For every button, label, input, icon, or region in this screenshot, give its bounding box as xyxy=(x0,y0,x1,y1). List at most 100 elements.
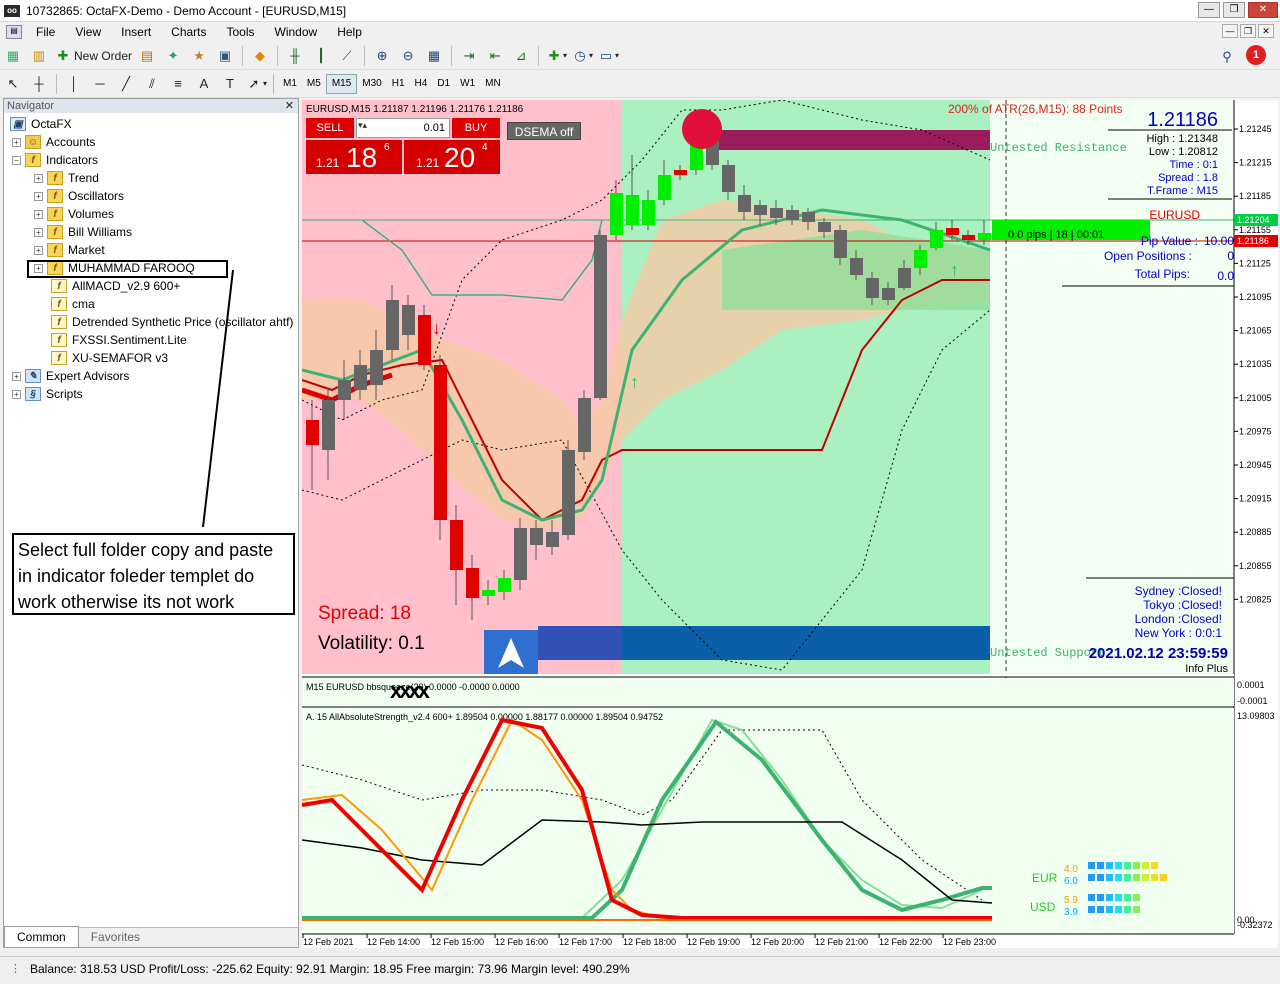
price-axis-tick: 1.21005 xyxy=(1239,393,1272,403)
buy-price-display[interactable]: 1.21 20 4 xyxy=(404,140,500,174)
navigator-button[interactable]: ★ xyxy=(188,45,210,67)
candle xyxy=(434,365,447,520)
cursor-icon[interactable]: ↖ xyxy=(2,73,24,95)
tab-favorites[interactable]: Favorites xyxy=(79,927,152,947)
menu-window[interactable]: Window xyxy=(265,25,328,39)
auto-scroll-button[interactable]: ⇥ xyxy=(458,45,480,67)
terminal-button[interactable]: ▣ xyxy=(214,45,236,67)
mdi-minimize-button[interactable]: — xyxy=(1222,24,1238,38)
menu-tools[interactable]: Tools xyxy=(217,25,265,39)
buy-button[interactable]: BUY xyxy=(452,118,500,138)
maximize-button[interactable]: ❐ xyxy=(1223,2,1245,18)
vertical-line-icon[interactable]: │ xyxy=(63,73,85,95)
search-icon[interactable]: ⚲ xyxy=(1216,46,1238,68)
strength-meter-segment xyxy=(1142,874,1149,881)
notification-badge[interactable]: 1 xyxy=(1246,45,1266,65)
price-axis-tick: 1.21155 xyxy=(1239,225,1271,235)
candle-chart-button[interactable]: ┃ xyxy=(310,45,332,67)
indicators-button[interactable]: ✚ ▾ xyxy=(545,45,567,67)
tree-item-detrended[interactable]: f Detrended Synthetic Price (oscillator a… xyxy=(51,313,293,331)
templates-button[interactable]: ▭ ▾ xyxy=(597,45,619,67)
zoom-in-button[interactable]: ⊕ xyxy=(371,45,393,67)
tree-item-indicators[interactable]: − f Indicators xyxy=(12,151,98,169)
lot-size-input[interactable]: 0.01 xyxy=(356,118,450,138)
symbol-label: EURUSD xyxy=(1149,208,1200,222)
buy-arrow-icon-2: ↑ xyxy=(950,260,959,280)
tile-windows-button[interactable]: ▦ xyxy=(423,45,445,67)
chart-window[interactable]: EURUSD,M15 1.21187 1.21196 1.21176 1.211… xyxy=(302,100,1278,948)
mdi-close-button[interactable]: ✕ xyxy=(1258,24,1274,38)
profiles-button[interactable]: ▥ xyxy=(28,45,50,67)
tf-w1[interactable]: W1 xyxy=(455,74,480,94)
market-watch-button[interactable]: ▤ xyxy=(136,45,158,67)
tab-common[interactable]: Common xyxy=(4,926,79,947)
tree-item-market[interactable]: + f Market xyxy=(34,241,105,259)
tf-m5[interactable]: M5 xyxy=(302,74,326,94)
lot-stepper-icon[interactable]: ▾▴ xyxy=(358,120,367,131)
menu-charts[interactable]: Charts xyxy=(161,25,216,39)
line-chart-button[interactable]: ⟋ xyxy=(336,45,358,67)
new-order-button[interactable]: ✚ New Order xyxy=(54,45,132,67)
tree-item-cma[interactable]: f cma xyxy=(51,295,95,313)
fibonacci-icon[interactable]: ≡ xyxy=(167,73,189,95)
menu-insert[interactable]: Insert xyxy=(111,25,161,39)
menu-file[interactable]: File xyxy=(26,25,65,39)
menu-view[interactable]: View xyxy=(65,25,111,39)
tf-m15[interactable]: M15 xyxy=(325,73,358,94)
candle xyxy=(354,365,367,390)
candle xyxy=(674,170,687,175)
horizontal-line-icon[interactable]: ─ xyxy=(89,73,111,95)
trendline-icon[interactable]: ╱ xyxy=(115,73,137,95)
chart-shift-button[interactable]: ⇤ xyxy=(484,45,506,67)
bar-chart-button[interactable]: ╫ xyxy=(284,45,306,67)
autotrading-button[interactable]: ◆ xyxy=(249,45,271,67)
tf-h4[interactable]: H4 xyxy=(410,74,433,94)
tree-item-scripts[interactable]: + § Scripts xyxy=(12,385,83,403)
tf-d1[interactable]: D1 xyxy=(432,74,455,94)
dsema-toggle-button[interactable]: DSEMA off xyxy=(507,122,581,140)
total-pips-value: 0.0 xyxy=(1217,269,1234,283)
tf-mn[interactable]: MN xyxy=(480,74,506,94)
session-sydney: Sydney :Closed! xyxy=(1135,584,1222,598)
minimize-button[interactable]: — xyxy=(1198,2,1220,18)
new-chart-button[interactable]: ▦ xyxy=(2,45,24,67)
arrows-icon[interactable]: ➚ ▾ xyxy=(245,73,267,95)
close-button[interactable]: ✕ xyxy=(1248,2,1278,18)
zoom-out-button[interactable]: ⊖ xyxy=(397,45,419,67)
periods-button[interactable]: ◷ ▾ xyxy=(571,45,593,67)
chart-canvas[interactable]: EURUSD,M15 1.21187 1.21196 1.21176 1.211… xyxy=(302,100,1278,948)
candle xyxy=(786,210,799,220)
navigator-close-icon[interactable]: ✕ xyxy=(285,99,298,113)
tree-item-volumes[interactable]: + f Volumes xyxy=(34,205,114,223)
time-axis-tick: 12 Feb 18:00 xyxy=(623,937,676,947)
strength-meter-segment xyxy=(1088,906,1095,913)
mdi-icon[interactable]: ▤ xyxy=(6,25,22,39)
tree-item-bill-williams[interactable]: + f Bill Williams xyxy=(34,223,132,241)
menu-help[interactable]: Help xyxy=(327,25,372,39)
crosshair-icon[interactable]: ┼ xyxy=(28,73,50,95)
channel-icon[interactable]: ⫽ xyxy=(141,73,163,95)
tf-m1[interactable]: M1 xyxy=(278,74,302,94)
text-icon[interactable]: A xyxy=(193,73,215,95)
price-axis-tick: 1.21095 xyxy=(1239,292,1272,302)
sell-price-display[interactable]: 1.21 18 6 xyxy=(306,140,402,174)
tree-item-fxssi[interactable]: f FXSSI.Sentiment.Lite xyxy=(51,331,187,349)
chart-end-button[interactable]: ⊿ xyxy=(510,45,532,67)
tree-item-expert-advisors[interactable]: + ✎ Expert Advisors xyxy=(12,367,129,385)
eur-value-a: 4.0 xyxy=(1064,864,1078,875)
sell-button[interactable]: SELL xyxy=(306,118,354,138)
strength-meter-segment xyxy=(1151,862,1158,869)
tree-item-accounts[interactable]: + ☺ Accounts xyxy=(12,133,95,151)
mdi-restore-button[interactable]: ❐ xyxy=(1240,24,1256,38)
tree-item-octafx[interactable]: ▣ OctaFX xyxy=(10,115,72,133)
tf-m30[interactable]: M30 xyxy=(357,74,386,94)
tree-item-allmacd[interactable]: f AllMACD_v2.9 600+ xyxy=(51,277,180,295)
text-label-icon[interactable]: T xyxy=(219,73,241,95)
annotation-note: Select full folder copy and paste in ind… xyxy=(12,533,295,615)
tree-item-xu-semafor[interactable]: f XU-SEMAFOR v3 xyxy=(51,349,168,367)
tf-h1[interactable]: H1 xyxy=(387,74,410,94)
scribble-mark: xxxx xyxy=(390,678,431,703)
tree-item-trend[interactable]: + f Trend xyxy=(34,169,99,187)
tree-item-oscillators[interactable]: + f Oscillators xyxy=(34,187,124,205)
data-window-button[interactable]: ✦ xyxy=(162,45,184,67)
